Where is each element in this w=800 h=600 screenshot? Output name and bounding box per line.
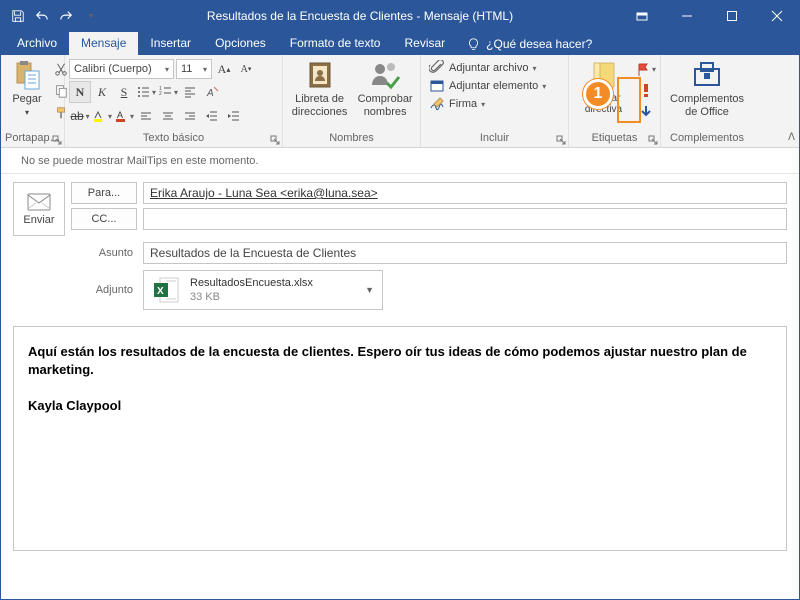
ribbon: Pegar▾ Portapap… Calibri (Cuerpo)▾ 11▾ A…: [1, 55, 799, 148]
font-launcher[interactable]: [270, 134, 280, 144]
underline-button[interactable]: S: [113, 81, 135, 103]
check-names-button[interactable]: Comprobar nombres: [354, 57, 416, 121]
redo-icon[interactable]: [55, 5, 77, 27]
paste-button[interactable]: Pegar▾: [5, 57, 49, 121]
follow-up-icon[interactable]: [636, 59, 656, 79]
ribbon-tabs: Archivo Mensaje Insertar Opciones Format…: [1, 30, 799, 55]
clear-formatting-icon[interactable]: A: [201, 81, 223, 103]
svg-text:A: A: [117, 110, 123, 120]
undo-icon[interactable]: [31, 5, 53, 27]
save-icon[interactable]: [7, 5, 29, 27]
group-include-label: Incluir: [425, 130, 564, 147]
attachment-item[interactable]: X ResultadosEncuesta.xlsx 33 KB ▼: [143, 270, 383, 310]
tell-me-search[interactable]: ¿Qué desea hacer?: [457, 33, 602, 55]
tab-format[interactable]: Formato de texto: [278, 32, 393, 55]
bullets-icon[interactable]: [135, 81, 157, 103]
ribbon-display-icon[interactable]: [619, 1, 664, 30]
attachment-filesize: 33 KB: [190, 290, 313, 304]
align-right-icon[interactable]: [179, 105, 201, 127]
close-button[interactable]: [754, 1, 799, 30]
lightbulb-icon: [467, 38, 480, 51]
bold-button[interactable]: N: [69, 81, 91, 103]
paste-icon: [11, 59, 43, 91]
font-size-selector[interactable]: 11▾: [176, 59, 212, 79]
align-center-icon[interactable]: [157, 105, 179, 127]
attach-item-button[interactable]: Adjuntar elemento▾: [429, 78, 546, 94]
excel-file-icon: X: [152, 275, 182, 305]
group-addins-label: Complementos: [665, 130, 749, 147]
group-tags-label: Etiquetas: [573, 130, 656, 147]
send-button[interactable]: Enviar: [13, 182, 65, 236]
minimize-button[interactable]: [664, 1, 709, 30]
cc-field[interactable]: [143, 208, 787, 230]
align-left2-icon[interactable]: [135, 105, 157, 127]
body-paragraph: Aquí están los resultados de la encuesta…: [28, 343, 772, 379]
check-names-icon: [369, 59, 401, 91]
attachment-dropdown-icon[interactable]: ▼: [365, 285, 374, 295]
maximize-button[interactable]: [709, 1, 754, 30]
font-name-selector[interactable]: Calibri (Cuerpo)▾: [69, 59, 174, 79]
highlight-icon[interactable]: [91, 105, 113, 127]
cc-button[interactable]: CC...: [71, 208, 137, 230]
group-names-label: Nombres: [287, 130, 416, 147]
italic-button[interactable]: K: [91, 81, 113, 103]
signature-button[interactable]: Firma▾: [429, 96, 485, 112]
window-title: Resultados de la Encuesta de Clientes - …: [101, 9, 619, 23]
group-font-label: Texto básico: [69, 130, 278, 147]
tab-file[interactable]: Archivo: [5, 32, 69, 55]
numbering-icon[interactable]: 12: [157, 81, 179, 103]
font-color-icon[interactable]: A: [113, 105, 135, 127]
collapse-ribbon-icon[interactable]: ᐱ: [788, 132, 795, 143]
callout-marker: 1: [583, 79, 613, 109]
align-left-icon[interactable]: [179, 81, 201, 103]
subject-field[interactable]: Resultados de la Encuesta de Clientes: [143, 242, 787, 264]
shrink-font-icon[interactable]: A▾: [236, 59, 256, 79]
tab-insert[interactable]: Insertar: [138, 32, 203, 55]
attach-file-button[interactable]: Adjuntar archivo▾: [429, 60, 537, 76]
compose-header: Enviar Para... Erika Araujo - Luna Sea <…: [1, 174, 799, 318]
increase-indent-icon[interactable]: [223, 105, 245, 127]
message-body[interactable]: Aquí están los resultados de la encuesta…: [13, 326, 787, 551]
qat-customize-icon[interactable]: [79, 5, 101, 27]
clipboard-launcher[interactable]: [52, 134, 62, 144]
address-book-icon: [304, 59, 336, 91]
send-icon: [27, 193, 51, 211]
svg-text:2: 2: [159, 91, 162, 97]
subject-label: Asunto: [71, 247, 137, 259]
svg-text:X: X: [157, 286, 164, 297]
signature-icon: [429, 96, 445, 112]
tab-review[interactable]: Revisar: [392, 32, 457, 55]
callout-highlight: [617, 77, 641, 123]
attach-item-icon: [429, 78, 445, 94]
address-book-button[interactable]: Libreta de direcciones: [287, 57, 352, 121]
office-addins-button[interactable]: Complementos de Office: [665, 57, 749, 121]
addins-icon: [691, 59, 723, 91]
decrease-indent-icon[interactable]: [201, 105, 223, 127]
mailtips-bar: No se puede mostrar MailTips en este mom…: [1, 148, 799, 174]
tab-options[interactable]: Opciones: [203, 32, 278, 55]
strikethrough-icon[interactable]: ab: [69, 105, 91, 127]
title-bar: Resultados de la Encuesta de Clientes - …: [1, 1, 799, 30]
include-launcher[interactable]: [556, 134, 566, 144]
attachment-label: Adjunto: [71, 284, 137, 296]
grow-font-icon[interactable]: A▴: [214, 59, 234, 79]
to-button[interactable]: Para...: [71, 182, 137, 204]
to-field[interactable]: Erika Araujo - Luna Sea <erika@luna.sea>: [143, 182, 787, 204]
paperclip-icon: [429, 60, 445, 76]
attachment-filename: ResultadosEncuesta.xlsx: [190, 276, 313, 290]
body-signature: Kayla Claypool: [28, 397, 772, 415]
tab-message[interactable]: Mensaje: [69, 32, 138, 55]
tags-launcher[interactable]: [648, 134, 658, 144]
svg-text:A: A: [206, 88, 214, 99]
